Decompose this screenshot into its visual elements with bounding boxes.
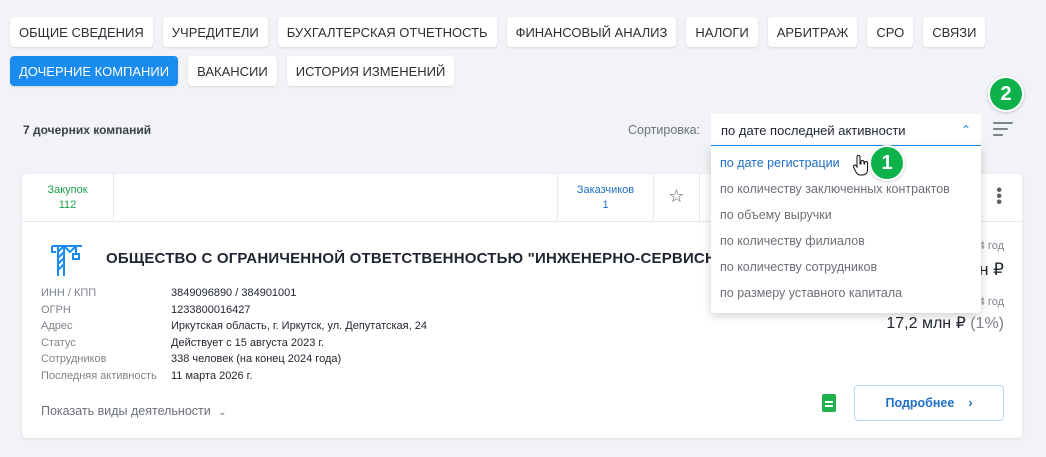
- company-name[interactable]: ОБЩЕСТВО С ОГРАНИЧЕННОЙ ОТВЕТСТВЕННОСТЬЮ…: [106, 250, 711, 267]
- annotation-badge-2: 2: [988, 76, 1024, 112]
- sort-option[interactable]: по размеру уставного капитала: [711, 280, 981, 306]
- document-icon[interactable]: [822, 394, 836, 412]
- company-details: ИНН / КПП 3849096890 / 384901001 ОГРН 12338…: [41, 285, 427, 384]
- tabs-bar: ОБЩИЕ СВЕДЕНИЯ УЧРЕДИТЕЛИ БУХГАЛТЕРСКАЯ ОТ…: [10, 17, 1040, 95]
- sort-selected-value: по дате последней активности: [721, 123, 906, 138]
- detail-value: 3849096890 / 384901001: [171, 287, 297, 299]
- annotation-badge-1: 1: [869, 145, 905, 181]
- subsidiaries-count: 7 дочерних компаний: [23, 123, 152, 137]
- detail-row: ИНН / КПП 3849096890 / 384901001: [41, 285, 427, 302]
- revenue-year-2: 4 год: [978, 296, 1004, 308]
- detail-value: Действует с 15 августа 2023 г.: [171, 336, 325, 349]
- detail-row: Адрес Иркутская область, г. Иркутск, ул. …: [41, 318, 427, 335]
- sort-option[interactable]: по дате регистрации: [711, 150, 981, 176]
- tab-6[interactable]: СРО: [867, 17, 914, 47]
- tab-0[interactable]: ОБЩИЕ СВЕДЕНИЯ: [10, 17, 153, 47]
- stat-spacer: [114, 174, 558, 221]
- tabs-row-2: ДОЧЕРНИЕ КОМПАНИИ ВАКАНСИИ ИСТОРИЯ ИЗМЕНЕН…: [10, 56, 1040, 86]
- tabs-row-1: ОБЩИЕ СВЕДЕНИЯ УЧРЕДИТЕЛИ БУХГАЛТЕРСКАЯ ОТ…: [10, 17, 1040, 47]
- tab-8[interactable]: ДОЧЕРНИЕ КОМПАНИИ: [10, 56, 179, 86]
- hand-cursor-icon: [852, 155, 868, 176]
- detail-row: ОГРН 1233800016427: [41, 302, 427, 319]
- detail-key: ИНН / КПП: [41, 287, 97, 299]
- tab-2[interactable]: БУХГАЛТЕРСКАЯ ОТЧЕТНОСТЬ: [277, 17, 497, 47]
- detail-key: Последняя активность: [41, 369, 157, 382]
- sort-label: Сортировка:: [628, 123, 701, 137]
- revenue-value-1: н ₽: [979, 260, 1004, 279]
- detail-value: 338 человек (на конец 2024 года): [171, 353, 342, 365]
- tab-10[interactable]: ИСТОРИЯ ИЗМЕНЕНИЙ: [286, 56, 455, 86]
- revenue-value-2: 17,2 млн ₽ (1%): [886, 315, 1004, 332]
- sort-option[interactable]: по количеству филиалов: [711, 228, 981, 254]
- tab-4[interactable]: НАЛОГИ: [686, 17, 758, 47]
- tab-1[interactable]: УЧРЕДИТЕЛИ: [162, 17, 268, 47]
- tab-7[interactable]: СВЯЗИ: [923, 17, 986, 47]
- sort-select[interactable]: по дате последней активности ⌃: [711, 114, 981, 146]
- chevron-right-icon: ›: [968, 396, 973, 410]
- details-button[interactable]: Подробнее ›: [854, 385, 1004, 421]
- detail-row: Статус Действует с 15 августа 2023 г.: [41, 335, 427, 352]
- detail-value: 11 марта 2026 г.: [171, 369, 253, 382]
- sort-order-icon[interactable]: [993, 122, 1013, 136]
- chevron-up-icon: ⌃: [960, 123, 971, 137]
- more-vertical-icon[interactable]: • • •: [996, 183, 1002, 211]
- sort-option[interactable]: по количеству сотрудников: [711, 254, 981, 280]
- detail-row: Последняя активность 11 марта 2026 г.: [41, 368, 427, 385]
- detail-key: ОГРН: [41, 303, 71, 316]
- tab-9[interactable]: ВАКАНСИИ: [188, 56, 277, 86]
- star-icon[interactable]: ☆: [654, 174, 700, 221]
- sort-option[interactable]: по объему выручки: [711, 202, 981, 228]
- crane-icon: [51, 245, 82, 276]
- stat-zakupok[interactable]: Закупок 112: [22, 174, 114, 221]
- sort-option[interactable]: по количеству заключенных контрактов: [711, 176, 981, 202]
- sort-dropdown: по дате регистрации по количеству заключе…: [711, 146, 981, 313]
- detail-key: Статус: [41, 336, 76, 349]
- detail-value: Иркутская область, г. Иркутск, ул. Депут…: [171, 320, 427, 332]
- show-activities-link[interactable]: Показать виды деятельности ⌄: [41, 404, 227, 418]
- detail-value: 1233800016427: [171, 303, 251, 316]
- detail-row: Сотрудников 338 человек (на конец 2024 го…: [41, 351, 427, 368]
- tab-3[interactable]: ФИНАНСОВЫЙ АНАЛИЗ: [506, 17, 677, 47]
- detail-key: Адрес: [41, 320, 73, 332]
- tab-5[interactable]: АРБИТРАЖ: [767, 17, 858, 47]
- detail-key: Сотрудников: [41, 353, 107, 365]
- revenue-year-1: 4 год: [978, 240, 1004, 252]
- chevron-down-icon: ⌄: [218, 407, 227, 418]
- stat-zakazchikov[interactable]: Заказчиков 1: [558, 174, 654, 221]
